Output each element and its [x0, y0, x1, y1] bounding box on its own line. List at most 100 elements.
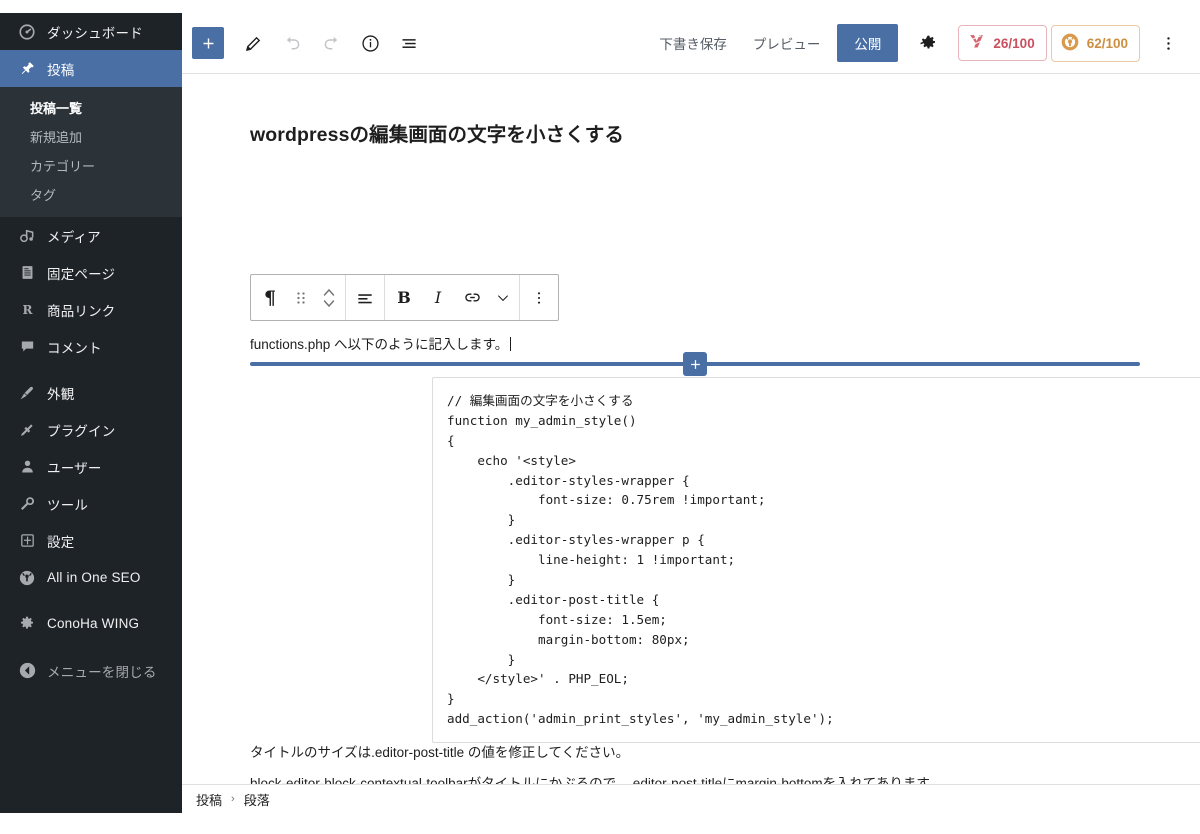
more-rich-text-chevron-icon[interactable]	[489, 275, 517, 320]
comment-icon	[16, 338, 38, 355]
intro-paragraph-block[interactable]: functions.php へ以下のように記入します。	[250, 332, 1200, 358]
tools-pencil-icon[interactable]	[235, 25, 271, 61]
more-vertical-icon[interactable]	[1150, 25, 1186, 61]
align-text-left-icon[interactable]	[348, 275, 382, 320]
submenu-item-4[interactable]: タグ	[0, 180, 182, 209]
block-toolbar-group-format: B I	[385, 275, 520, 320]
code-block[interactable]: // 編集画面の文字を小さくする function my_admin_style…	[432, 377, 1200, 744]
sidebar-item-label: ダッシュボード	[47, 25, 143, 41]
sidebar-item-10[interactable]: ツール	[0, 485, 182, 522]
page-icon	[16, 264, 38, 281]
block-contextual-toolbar: ¶ B I	[250, 274, 559, 321]
readability-score-badge[interactable]: 62/100	[1050, 24, 1140, 62]
header-right-actions: 下書き保存 プレビュー 公開 26/100 62/100	[646, 24, 1186, 62]
link-icon[interactable]	[455, 275, 489, 320]
sidebar-item-11[interactable]: 設定	[0, 522, 182, 559]
sidebar-item-label: プラグイン	[47, 423, 116, 439]
preview-button[interactable]: プレビュー	[740, 25, 834, 61]
sidebar-item-label: ツール	[47, 497, 89, 513]
sidebar-item-7[interactable]: 外観	[0, 374, 182, 411]
admin-sidebar-menu: ダッシュボード 投稿投稿一覧 新規追加 カテゴリー タグメディア固定ページ R 商品リンクコ…	[0, 13, 182, 813]
sidebar-item-label: 商品リンク	[47, 303, 116, 319]
chevron-right-icon: ›	[231, 793, 235, 805]
block-options-more-icon[interactable]	[522, 275, 556, 320]
plus-icon	[690, 359, 700, 369]
undo-icon[interactable]	[274, 25, 310, 61]
save-draft-button[interactable]: 下書き保存	[646, 25, 740, 61]
block-insertion-point-line	[250, 352, 1140, 376]
sidebar-item-label: 固定ページ	[47, 266, 116, 282]
paragraph-block[interactable]: block-editor-block-contextual-toolbarがタイ…	[250, 771, 1200, 784]
plugin-icon	[16, 421, 38, 439]
paragraph-blocks-after-code: タイトルのサイズは.editor-post-title の値を修正してください。…	[182, 740, 1200, 784]
intro-paragraph-text: functions.php へ以下のように記入します。	[250, 337, 509, 352]
sidebar-item-label: ConoHa WING	[47, 616, 140, 631]
sidebar-item-label: All in One SEO	[47, 570, 141, 585]
redo-icon[interactable]	[313, 25, 349, 61]
drag-handle-icon[interactable]	[287, 275, 315, 320]
sidebar-item-2[interactable]: 投稿	[0, 50, 182, 87]
details-info-icon[interactable]	[352, 25, 388, 61]
sidebar-item-13[interactable]: ConoHa WING	[0, 605, 182, 642]
editor-region: 下書き保存 プレビュー 公開 26/100 62/100 wordpressの編…	[182, 13, 1200, 813]
wordpress-block-editor-screen: ダッシュボード 投稿 投稿一覧 新規追加 カテゴリー タグ メディア 固定ページ R 商品リンクコ…	[0, 0, 1200, 834]
sidebar-item-label: コメント	[47, 340, 102, 356]
collapse-menu-button[interactable]: メニューを閉じる	[0, 652, 182, 689]
sidebar-submenu-posts: 投稿一覧 新規追加 カテゴリー タグ	[0, 87, 182, 217]
sidebar-item-5[interactable]: R 商品リンク	[0, 291, 182, 328]
editor-footer-breadcrumb: 投稿 › 段落	[182, 784, 1200, 813]
block-toolbar-group-align	[346, 275, 385, 320]
sidebar-item-9[interactable]: ユーザー	[0, 448, 182, 485]
gear-icon	[16, 615, 38, 633]
sidebar-item-label: メディア	[47, 229, 101, 245]
sidebar-item-label: ユーザー	[47, 460, 102, 476]
breadcrumb-item-paragraph[interactable]: 段落	[244, 790, 270, 809]
collapse-menu-label: メニューを閉じる	[47, 664, 157, 680]
media-icon	[16, 227, 38, 245]
menu-separator	[0, 596, 182, 605]
post-title[interactable]: wordpressの編集画面の文字を小さくする	[250, 118, 1200, 147]
settings-gear-icon[interactable]	[910, 25, 946, 61]
sidebar-item-8[interactable]: プラグイン	[0, 411, 182, 448]
list-view-icon[interactable]	[391, 25, 427, 61]
editor-header-toolbar: 下書き保存 プレビュー 公開 26/100 62/100	[182, 13, 1200, 74]
move-up-down-icon[interactable]	[315, 275, 343, 320]
yoast-seo-score-badge[interactable]: 26/100	[958, 25, 1047, 61]
submenu-item-2[interactable]: 新規追加	[0, 122, 182, 151]
bold-icon[interactable]: B	[387, 275, 421, 320]
paragraph-block[interactable]: タイトルのサイズは.editor-post-title の値を修正してください。	[250, 740, 1200, 766]
plus-icon	[203, 38, 213, 48]
sidebar-item-3[interactable]: メディア	[0, 217, 182, 254]
collapse-arrow-icon	[16, 662, 38, 679]
settings-sliders-icon	[16, 532, 38, 549]
text-caret	[510, 337, 512, 351]
header-left-tools	[192, 25, 427, 61]
yoast-seo-score-value: 26/100	[993, 35, 1035, 51]
appearance-brush-icon	[16, 384, 38, 402]
sidebar-item-1[interactable]: ダッシュボード	[0, 13, 182, 50]
submenu-item-3[interactable]: カテゴリー	[0, 151, 182, 180]
block-toolbar-group-block: ¶	[251, 275, 346, 320]
submenu-item-1[interactable]: 投稿一覧	[0, 93, 182, 122]
sidebar-item-4[interactable]: 固定ページ	[0, 254, 182, 291]
block-toolbar-group-options	[520, 275, 558, 320]
breadcrumb-item-post[interactable]: 投稿	[196, 790, 222, 809]
menu-separator	[0, 365, 182, 374]
user-icon	[16, 458, 38, 475]
pin-icon	[16, 60, 38, 77]
sidebar-item-6[interactable]: コメント	[0, 328, 182, 365]
sidebar-item-label: 外観	[47, 386, 75, 402]
readability-score-value: 62/100	[1086, 35, 1128, 51]
sidebar-item-label: 投稿	[47, 62, 75, 78]
svg-text:R: R	[22, 303, 33, 317]
italic-icon[interactable]: I	[421, 275, 455, 320]
sidebar-item-12[interactable]: All in One SEO	[0, 559, 182, 596]
wrench-icon	[16, 495, 38, 513]
insertion-point-inserter-button[interactable]	[683, 352, 707, 376]
publish-button[interactable]: 公開	[837, 24, 899, 62]
aioseo-icon	[16, 569, 38, 587]
readability-icon	[1060, 32, 1080, 55]
paragraph-block-type-icon[interactable]: ¶	[253, 275, 287, 320]
block-inserter-toggle-button[interactable]	[192, 27, 224, 59]
sidebar-item-label: 設定	[47, 534, 75, 550]
